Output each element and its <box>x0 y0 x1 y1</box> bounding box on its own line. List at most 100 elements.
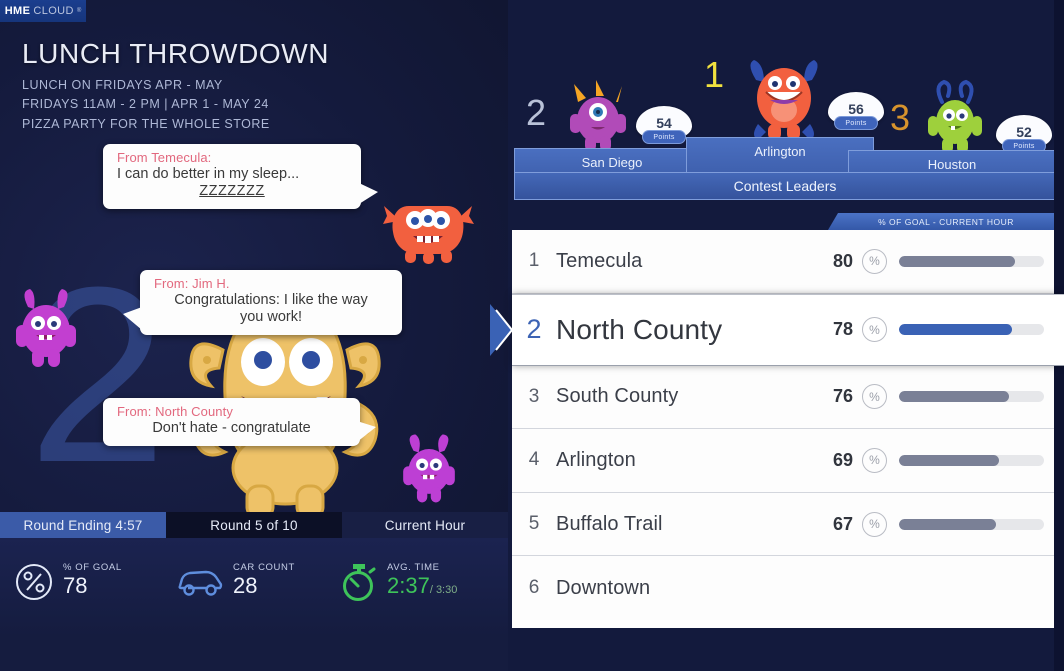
message-line-1: I can do better in my sleep... <box>117 166 300 182</box>
message-from: From Temecula: <box>117 150 212 165</box>
leaderboard-progress-fill <box>899 324 1013 336</box>
leaderboard-row[interactable]: 3 South County 76% <box>512 365 1064 430</box>
monster-magenta-icon <box>566 78 630 157</box>
monster-green-icon <box>922 78 988 159</box>
message-from: From: Jim H. <box>154 276 230 291</box>
stat-avg-time: AVG. TIME 2:37/ 3:30 <box>340 562 457 602</box>
monster-purple-left-icon <box>10 285 82 374</box>
contest-title: LUNCH THROWDOWN <box>22 38 330 69</box>
message-line-2: you work! <box>239 309 303 326</box>
leaderboard-percent-value: 76 <box>832 386 853 407</box>
leaderboard-progress-fill <box>899 518 997 530</box>
leaderboard-progress-track <box>899 454 1044 466</box>
left-panel: HME CLOUD ® 2 LUNCH THROWDOWN LUNCH ON FRI… <box>0 0 508 671</box>
stat-value: 2:37/ 3:30 <box>387 574 457 597</box>
leaderboard-store-name: Temecula <box>556 249 643 272</box>
leaderboard-store-name: South County <box>556 385 679 408</box>
leaderboard-progress-track <box>899 255 1044 267</box>
leaderboard-store-name: North County <box>556 313 723 345</box>
stat-value-sub: / 3:30 <box>429 584 458 596</box>
leaderboard-row[interactable]: 2 North County 78% <box>490 293 1064 366</box>
podium-rank-1: 1 <box>704 54 725 95</box>
leaderboard-store-name: Arlington <box>556 448 636 471</box>
leaderboard-store-name: Downtown <box>556 576 651 599</box>
logo-secondary: CLOUD <box>33 5 74 17</box>
message-from: From: North County <box>117 404 233 419</box>
podium-rank-2: 2 <box>526 92 547 133</box>
stat-label: AVG. TIME <box>387 562 440 573</box>
contest-dashboard: HME CLOUD ® 2 LUNCH THROWDOWN LUNCH ON FRI… <box>0 0 1064 671</box>
leaderboard-row[interactable]: 1 Temecula 80% <box>512 230 1064 294</box>
leaderboard-progress-fill <box>899 454 1000 466</box>
points-label: Points <box>642 130 686 144</box>
message-line-2: ZZZZZZZ <box>199 183 265 200</box>
leaderboard-rank: 2 <box>526 314 542 345</box>
leaderboard-rank: 1 <box>528 250 540 272</box>
stopwatch-icon <box>343 564 376 601</box>
bubble-tail <box>123 307 142 331</box>
stat-value: 78 <box>63 573 88 598</box>
left-panel-footer <box>0 636 508 671</box>
leaderboard-progress-track <box>899 518 1044 530</box>
leaderboard-progress-track <box>899 324 1044 336</box>
leaderboard: 1 Temecula 80% 2 North County 78% 3 South Count… <box>490 230 1064 628</box>
leaderboard-rank: 4 <box>528 449 540 471</box>
monster-red-icon <box>383 190 475 269</box>
leaderboard-rank: 3 <box>528 385 540 407</box>
percent-icon <box>16 564 52 600</box>
leaderboard-progress-track <box>899 391 1044 403</box>
percent-symbol-icon: % <box>862 447 887 473</box>
logo-trademark: ® <box>76 8 82 14</box>
stat-label: % OF GOAL <box>63 562 122 573</box>
contest-header: LUNCH THROWDOWN LUNCH ON FRIDAYS APR - M… <box>22 38 462 134</box>
percent-symbol-icon: % <box>862 384 887 410</box>
leaderboard-rank: 5 <box>528 513 540 535</box>
right-panel: 2 1 3 54 Points 56 Points 52 Points San … <box>490 0 1064 671</box>
contest-subtitle-line-1: LUNCH ON FRIDAYS APR - MAY <box>22 78 223 92</box>
message-bubble-temecula: From Temecula: I can do better in my sle… <box>103 144 378 210</box>
bubble-tail <box>357 421 376 443</box>
leaderboard-column-header: % OF GOAL - CURRENT HOUR <box>828 213 1064 230</box>
contest-subtitle-line-2: FRIDAYS 11AM - 2 PM | APR 1 - MAY 24 <box>22 97 269 112</box>
leaderboard-percent-value: 78 <box>832 319 853 340</box>
percent-symbol-icon: % <box>862 248 887 274</box>
logo-primary: HME <box>4 5 31 17</box>
hme-cloud-logo[interactable]: HME CLOUD ® <box>0 0 86 22</box>
message-bubble-jim: From: Jim H. Congratulations: I like the… <box>123 270 402 336</box>
leaderboard-percent-value: 80 <box>832 250 853 271</box>
podium-base-label: Contest Leaders <box>514 172 1056 200</box>
stat-value: 28 <box>233 573 258 598</box>
contest-subtitle: LUNCH ON FRIDAYS APR - MAY FRIDAYS 11AM … <box>22 76 462 134</box>
leaderboard-progress-fill <box>899 391 1010 403</box>
message-line-1: Don't hate - congratulate <box>152 420 311 436</box>
bubble-tail <box>359 183 378 204</box>
tab-round-of[interactable]: Round 5 of 10 <box>166 512 342 538</box>
car-icon <box>178 570 223 596</box>
percent-symbol-icon: % <box>862 317 887 343</box>
stat-percent-of-goal: % OF GOAL 78 <box>14 562 122 602</box>
leaderboard-row[interactable]: 6 Downtown <box>512 556 1064 620</box>
stat-value-main: 2:37 <box>387 573 430 598</box>
contest-subtitle-line-3: PIZZA PARTY FOR THE WHOLE STORE <box>22 116 270 131</box>
leaderboard-rank: 6 <box>528 577 540 599</box>
message-bubble-north-county: From: North County Don't hate - congratu… <box>103 398 376 447</box>
leaderboard-percent-value: 67 <box>832 513 853 534</box>
status-tab-bar: Round Ending 4:57 Round 5 of 10 Current … <box>0 512 508 538</box>
tab-current-hour[interactable]: Current Hour <box>342 512 508 538</box>
message-line-1: Congratulations: I like the way <box>174 292 368 308</box>
leaderboard-progress-fill <box>899 255 1015 267</box>
leaderboard-percent-value: 69 <box>832 449 853 470</box>
leaderboard-row[interactable]: 4 Arlington 69% <box>512 429 1064 493</box>
points-badge-arlington: 56 Points <box>828 92 884 138</box>
stat-label: CAR COUNT <box>233 562 295 573</box>
leaderboard-store-name: Buffalo Trail <box>556 512 663 535</box>
percent-symbol-icon: % <box>862 511 887 537</box>
selected-row-chevron-icon <box>490 303 516 356</box>
tab-round-ending[interactable]: Round Ending 4:57 <box>0 512 166 538</box>
stats-row: % OF GOAL 78 CAR COUNT 28 AVG. TIME 2:37… <box>0 538 508 636</box>
leaderboard-row[interactable]: 5 Buffalo Trail 67% <box>512 492 1064 557</box>
monster-orange-icon <box>744 50 824 147</box>
contest-leaders-podium: 2 1 3 54 Points 56 Points 52 Points San … <box>508 0 1064 200</box>
points-badge-san-diego: 54 Points <box>636 106 692 152</box>
podium-rank-3: 3 <box>890 97 911 138</box>
